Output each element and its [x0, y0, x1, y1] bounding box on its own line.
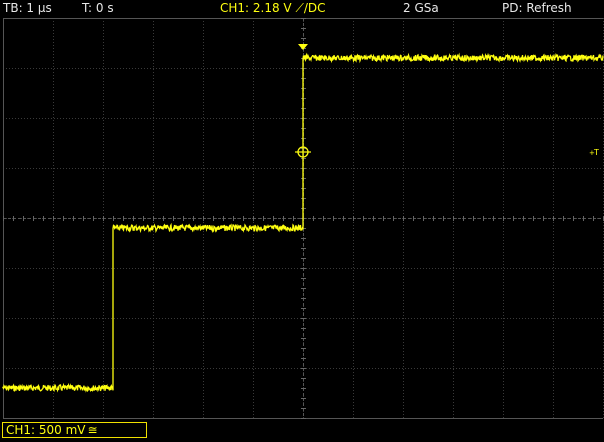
trigger-level-marker[interactable]: + T	[589, 148, 599, 157]
channel-scale-badge[interactable]: CH1: 500 mV ≅	[2, 422, 147, 438]
timebase-readout[interactable]: TB: 1 μs	[3, 0, 52, 16]
coupling-icon: ≅	[87, 423, 98, 437]
trigger-time-readout[interactable]: T: 0 s	[82, 0, 114, 16]
channel-setting-readout[interactable]: CH1: 2.18 V ⟋/DC	[220, 0, 326, 16]
display-mode-readout[interactable]: PD: Refresh	[502, 0, 572, 16]
scope-screen: + T	[2, 18, 604, 419]
channel-scale-label: CH1: 500 mV	[6, 423, 86, 437]
status-bar: TB: 1 μs T: 0 s CH1: 2.18 V ⟋/DC 2 GSa P…	[0, 0, 604, 17]
trigger-position-marker-icon[interactable]	[298, 44, 308, 50]
trigger-level-label: T	[593, 148, 599, 157]
sample-rate-readout: 2 GSa	[403, 1, 439, 15]
